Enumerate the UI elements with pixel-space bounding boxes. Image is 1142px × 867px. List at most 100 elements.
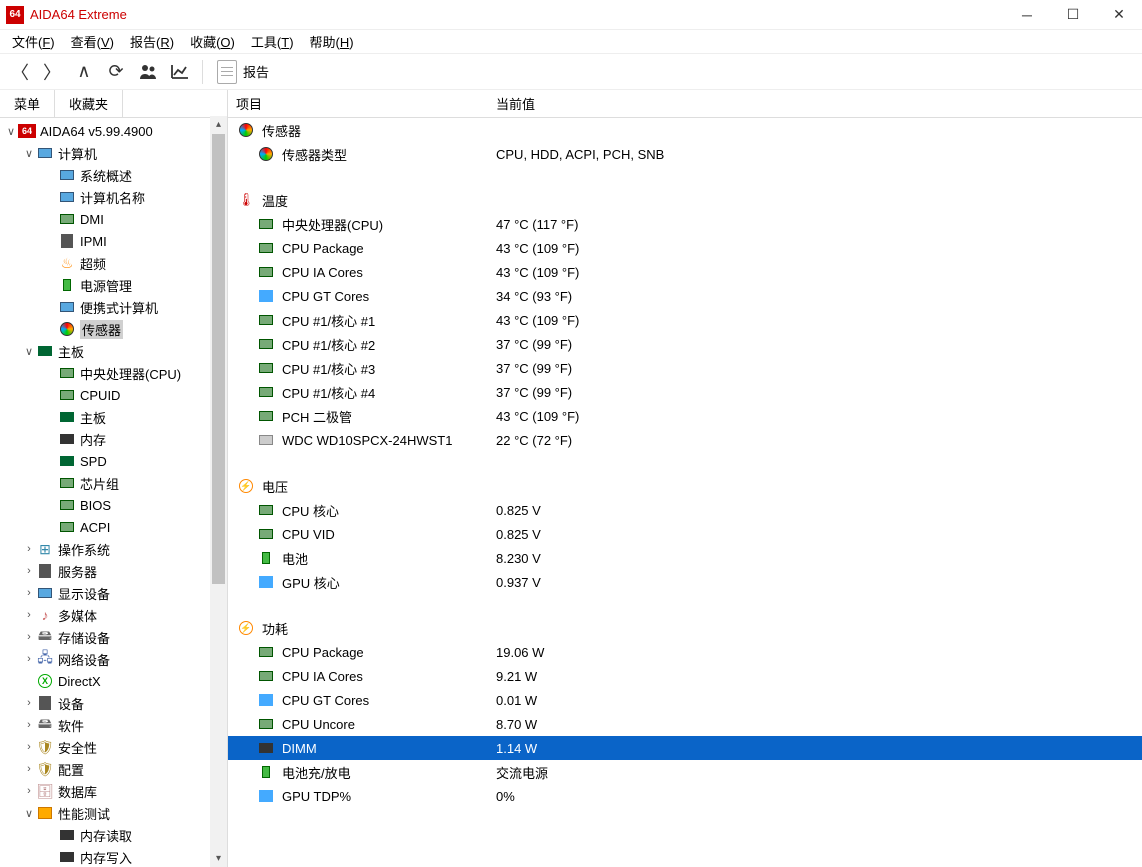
expander-icon[interactable]: ›	[22, 587, 36, 599]
data-row[interactable]: 电池充/放电交流电源	[228, 760, 1142, 784]
data-row[interactable]: CPU Package19.06 W	[228, 640, 1142, 664]
tree-item[interactable]: ·系统概述	[0, 164, 227, 186]
tree-item[interactable]: ›服务器	[0, 560, 227, 582]
data-row[interactable]: CPU #1/核心 #143 °C (109 °F)	[228, 308, 1142, 332]
data-row[interactable]: PCH 二极管43 °C (109 °F)	[228, 404, 1142, 428]
data-row[interactable]: CPU IA Cores43 °C (109 °F)	[228, 260, 1142, 284]
close-button[interactable]: ✕	[1096, 0, 1142, 30]
tree-root[interactable]: ∨ 64 AIDA64 v5.99.4900	[0, 120, 227, 142]
data-row[interactable]: DIMM1.14 W	[228, 736, 1142, 760]
menu-item[interactable]: 帮助(H)	[302, 30, 362, 53]
tree-item[interactable]: ›⊞操作系统	[0, 538, 227, 560]
tab-favorites[interactable]: 收藏夹	[55, 90, 123, 117]
tree-item[interactable]: ·ACPI	[0, 516, 227, 538]
column-item-header[interactable]: 项目	[228, 90, 488, 117]
tree-item[interactable]: ›🖴软件	[0, 714, 227, 736]
tree-item[interactable]: ›🖧网络设备	[0, 648, 227, 670]
expander-icon[interactable]: ›	[22, 653, 36, 665]
graph-button[interactable]	[166, 58, 194, 86]
tree-item[interactable]: ·主板	[0, 406, 227, 428]
menu-item[interactable]: 报告(R)	[122, 30, 182, 53]
tree-item[interactable]: ·DMI	[0, 208, 227, 230]
tree-item[interactable]: ∨性能测试	[0, 802, 227, 824]
tree-item[interactable]: ·内存写入	[0, 846, 227, 867]
tree-item[interactable]: ›♪多媒体	[0, 604, 227, 626]
expander-icon[interactable]: ∨	[22, 147, 36, 160]
data-row[interactable]: 传感器类型CPU, HDD, ACPI, PCH, SNB	[228, 142, 1142, 166]
refresh-button[interactable]: ⟳	[102, 58, 130, 86]
data-row[interactable]: CPU Package43 °C (109 °F)	[228, 236, 1142, 260]
tree-item[interactable]: ›设备	[0, 692, 227, 714]
tree-item[interactable]: ·CPUID	[0, 384, 227, 406]
section-header[interactable]: ⚡功耗	[228, 616, 1142, 640]
column-value-header[interactable]: 当前值	[488, 90, 543, 117]
section-header[interactable]: 🌡温度	[228, 188, 1142, 212]
tree-item[interactable]: ·中央处理器(CPU)	[0, 362, 227, 384]
data-row[interactable]: GPU 核心0.937 V	[228, 570, 1142, 594]
data-row[interactable]: 电池8.230 V	[228, 546, 1142, 570]
sidebar-scrollbar[interactable]: ▴ ▾	[210, 116, 227, 867]
menu-item[interactable]: 文件(F)	[4, 30, 63, 53]
data-row[interactable]: GPU TDP%0%	[228, 784, 1142, 808]
tree-item[interactable]: ∨计算机	[0, 142, 227, 164]
tree-item[interactable]: ›🗄数据库	[0, 780, 227, 802]
data-row[interactable]: WDC WD10SPCX-24HWST122 °C (72 °F)	[228, 428, 1142, 452]
up-button[interactable]: ∧	[70, 58, 98, 86]
content-body[interactable]: 传感器传感器类型CPU, HDD, ACPI, PCH, SNB 🌡温度中央处理器…	[228, 118, 1142, 867]
users-button[interactable]	[134, 58, 162, 86]
data-row[interactable]: CPU Uncore8.70 W	[228, 712, 1142, 736]
data-row[interactable]: CPU VID0.825 V	[228, 522, 1142, 546]
forward-button[interactable]: 〉	[38, 58, 66, 86]
tree-item[interactable]: ·内存读取	[0, 824, 227, 846]
menu-item[interactable]: 收藏(O)	[182, 30, 243, 53]
data-row[interactable]: CPU GT Cores0.01 W	[228, 688, 1142, 712]
tree-item[interactable]: ·BIOS	[0, 494, 227, 516]
tree-item[interactable]: ·XDirectX	[0, 670, 227, 692]
data-row[interactable]: CPU #1/核心 #337 °C (99 °F)	[228, 356, 1142, 380]
scroll-up-icon[interactable]: ▴	[210, 116, 227, 133]
tree-item[interactable]: ·电源管理	[0, 274, 227, 296]
scroll-down-icon[interactable]: ▾	[210, 850, 227, 867]
tree-item[interactable]: ·IPMI	[0, 230, 227, 252]
back-button[interactable]: 〈	[6, 58, 34, 86]
section-header[interactable]: ⚡电压	[228, 474, 1142, 498]
tree-item[interactable]: ›🛡安全性	[0, 736, 227, 758]
tree-item[interactable]: ›🖴存储设备	[0, 626, 227, 648]
scrollbar-thumb[interactable]	[212, 134, 225, 584]
expander-icon[interactable]: ›	[22, 763, 36, 775]
tree-item[interactable]: ·便携式计算机	[0, 296, 227, 318]
report-button[interactable]: 报告	[211, 60, 275, 84]
expander-icon[interactable]: ∨	[22, 807, 36, 820]
tree-item[interactable]: ›显示设备	[0, 582, 227, 604]
expander-icon[interactable]: ›	[22, 741, 36, 753]
data-row[interactable]: CPU GT Cores34 °C (93 °F)	[228, 284, 1142, 308]
expander-icon[interactable]: ›	[22, 609, 36, 621]
tree-item[interactable]: ·计算机名称	[0, 186, 227, 208]
tree-item[interactable]: ·内存	[0, 428, 227, 450]
nav-tree[interactable]: ∨ 64 AIDA64 v5.99.4900 ∨计算机·系统概述·计算机名称·D…	[0, 118, 227, 867]
tree-item[interactable]: ∨主板	[0, 340, 227, 362]
expander-icon[interactable]: ∨	[4, 125, 18, 138]
expander-icon[interactable]: ›	[22, 719, 36, 731]
section-header[interactable]: 传感器	[228, 118, 1142, 142]
data-row[interactable]: CPU #1/核心 #237 °C (99 °F)	[228, 332, 1142, 356]
tab-menu[interactable]: 菜单	[0, 90, 55, 117]
minimize-button[interactable]: ─	[1004, 0, 1050, 30]
expander-icon[interactable]: ›	[22, 631, 36, 643]
expander-icon[interactable]: ›	[22, 543, 36, 555]
data-row[interactable]: CPU #1/核心 #437 °C (99 °F)	[228, 380, 1142, 404]
expander-icon[interactable]: ›	[22, 697, 36, 709]
tree-item[interactable]: ·芯片组	[0, 472, 227, 494]
expander-icon[interactable]: ∨	[22, 345, 36, 358]
data-row[interactable]: CPU 核心0.825 V	[228, 498, 1142, 522]
menu-item[interactable]: 查看(V)	[63, 30, 122, 53]
expander-icon[interactable]: ›	[22, 565, 36, 577]
tree-item[interactable]: ·传感器	[0, 318, 227, 340]
tree-item[interactable]: ›🛡配置	[0, 758, 227, 780]
tree-item[interactable]: ·SPD	[0, 450, 227, 472]
data-row[interactable]: 中央处理器(CPU)47 °C (117 °F)	[228, 212, 1142, 236]
expander-icon[interactable]: ›	[22, 785, 36, 797]
menu-item[interactable]: 工具(T)	[243, 30, 302, 53]
maximize-button[interactable]: ☐	[1050, 0, 1096, 30]
data-row[interactable]: CPU IA Cores9.21 W	[228, 664, 1142, 688]
